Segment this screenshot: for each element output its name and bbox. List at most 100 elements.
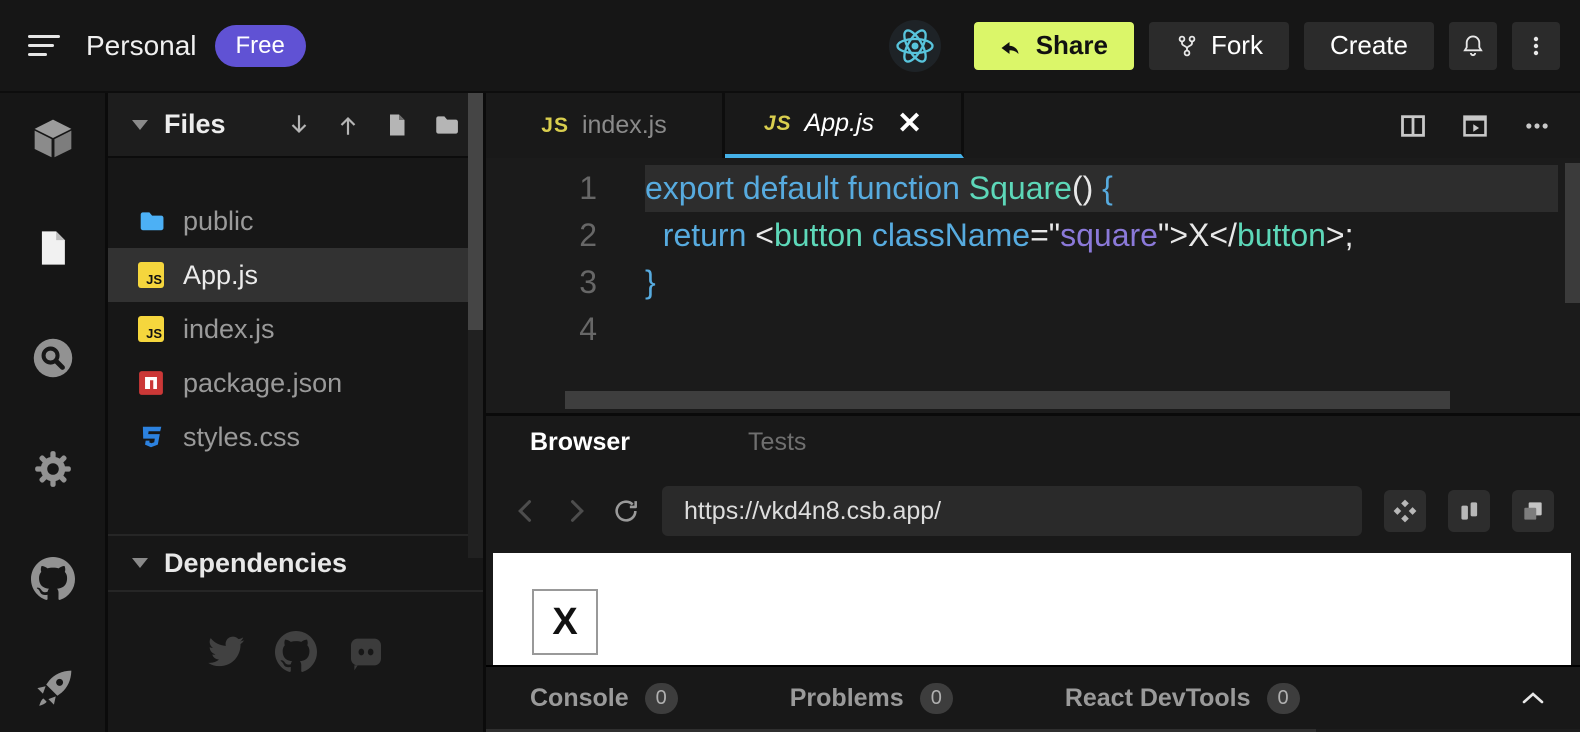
copy-windows-icon[interactable] [1512, 490, 1554, 532]
code-line-1[interactable]: 1 export default function Square() { [486, 165, 1580, 212]
notifications-button[interactable] [1449, 22, 1497, 70]
browser-tabs: Browser Tests [486, 416, 1580, 469]
browser-tab-tests[interactable]: Tests [748, 428, 806, 457]
file-item-App.js[interactable]: JS App.js [108, 248, 483, 302]
upload-icon[interactable] [335, 112, 361, 138]
file-explorer-icon[interactable] [30, 225, 76, 271]
editor-tab-index.js[interactable]: JS index.js [486, 93, 725, 158]
github-icon[interactable] [30, 556, 76, 602]
preview-area: X [486, 553, 1580, 665]
line-number: 1 [486, 165, 597, 212]
code-editor[interactable]: 1 export default function Square() {2 ret… [486, 158, 1580, 413]
menu-icon[interactable] [20, 23, 66, 69]
chevron-down-icon [132, 558, 148, 568]
refresh-icon[interactable] [612, 497, 640, 525]
console-item-react-devtools[interactable]: React DevTools 0 [1065, 683, 1300, 714]
close-icon[interactable]: ✕ [897, 109, 922, 139]
preview-window-icon[interactable] [1460, 111, 1490, 141]
github-social-icon[interactable] [274, 630, 318, 674]
js-icon: JS [138, 262, 164, 288]
files-panel-title: Files [164, 109, 226, 140]
line-content: export default function Square() { [645, 165, 1558, 212]
editor-vertical-scrollbar[interactable] [1565, 163, 1580, 303]
files-panel: Files public JS App.js JS index.js package.js… [105, 93, 486, 732]
editor-column: JS index.js JSApp.js✕ 1 export default func… [486, 93, 1580, 732]
folder-icon [138, 208, 164, 234]
search-icon[interactable] [30, 335, 76, 381]
top-header: Personal Free Share Fork [0, 0, 1580, 93]
new-file-icon[interactable] [384, 112, 410, 138]
js-icon: JS [138, 316, 164, 342]
dependencies-section[interactable]: Dependencies [108, 534, 483, 592]
editor-tab-actions [1398, 93, 1580, 158]
console-item-problems[interactable]: Problems 0 [790, 683, 953, 714]
discord-icon[interactable] [344, 630, 388, 674]
columns-icon[interactable] [1448, 490, 1490, 532]
bell-icon [1460, 33, 1486, 59]
editor-tab-App.js[interactable]: JSApp.js✕ [725, 93, 964, 158]
files-panel-header[interactable]: Files [108, 93, 483, 158]
file-list: public JS App.js JS index.js package.json styl… [108, 194, 483, 464]
share-button[interactable]: Share [974, 22, 1134, 70]
line-content [645, 306, 1558, 353]
files-actions [286, 112, 459, 138]
file-item-public[interactable]: public [108, 194, 483, 248]
console-item-console[interactable]: Console0 [530, 683, 678, 714]
npm-icon [138, 370, 164, 396]
code-line-3[interactable]: 3} [486, 259, 1580, 306]
code-line-2[interactable]: 2 return <button className="square">X</b… [486, 212, 1580, 259]
console-item-label: React DevTools [1065, 684, 1251, 713]
console-bar: Console0 Problems 0 React DevTools 0 [486, 665, 1580, 729]
editor-tabs: JS index.js JSApp.js✕ [486, 93, 964, 158]
file-name: index.js [183, 314, 275, 345]
console-items: Console0 Problems 0 React DevTools 0 [530, 683, 1300, 714]
split-view-icon[interactable] [1398, 111, 1428, 141]
code-line-4[interactable]: 4 [486, 306, 1580, 353]
tab-label: index.js [582, 111, 667, 140]
back-icon[interactable] [512, 497, 540, 525]
count-badge: 0 [920, 683, 953, 714]
codesandbox-window: Personal Free Share Fork [0, 0, 1580, 732]
fork-button[interactable]: Fork [1149, 22, 1289, 70]
settings-gear-icon[interactable] [30, 446, 76, 492]
dpad-icon[interactable] [1384, 490, 1426, 532]
editor-tabbar: JS index.js JSApp.js✕ [486, 93, 1580, 158]
share-arrow-icon [1000, 34, 1024, 58]
browser-tab-browser[interactable]: Browser [530, 428, 630, 457]
forward-icon[interactable] [562, 497, 590, 525]
line-content: return <button className="square">X</but… [645, 212, 1558, 259]
preview-square-button[interactable]: X [532, 589, 598, 655]
count-badge: 0 [1267, 683, 1300, 714]
new-folder-icon[interactable] [433, 112, 459, 138]
preview-viewport: X [493, 553, 1571, 665]
file-item-styles.css[interactable]: styles.css [108, 410, 483, 464]
js-icon: JS [764, 112, 792, 136]
editor-horizontal-scrollbar[interactable] [565, 391, 1450, 409]
download-icon[interactable] [286, 112, 312, 138]
console-item-label: Problems [790, 684, 904, 713]
url-input[interactable] [662, 486, 1362, 536]
more-options-button[interactable] [1512, 22, 1560, 70]
twitter-icon[interactable] [204, 630, 248, 674]
sandbox-cube-icon[interactable] [30, 115, 76, 161]
file-name: public [183, 206, 254, 237]
chevron-up-icon[interactable] [1522, 691, 1544, 705]
activity-sidebar [0, 93, 105, 732]
file-name: App.js [183, 260, 258, 291]
file-item-package.json[interactable]: package.json [108, 356, 483, 410]
react-logo-icon [889, 20, 941, 72]
create-button[interactable]: Create [1304, 22, 1434, 70]
browser-navbar [486, 469, 1580, 553]
console-item-label: Console [530, 684, 629, 713]
files-scrollbar-thumb[interactable] [468, 93, 483, 330]
file-name: styles.css [183, 422, 300, 453]
kebab-icon [1524, 34, 1548, 58]
file-item-index.js[interactable]: JS index.js [108, 302, 483, 356]
js-icon: JS [541, 114, 569, 138]
workspace-name[interactable]: Personal [86, 30, 197, 62]
chevron-down-icon [132, 120, 148, 130]
deploy-rocket-icon[interactable] [30, 666, 76, 712]
more-horizontal-icon[interactable] [1522, 111, 1552, 141]
plan-badge[interactable]: Free [215, 25, 306, 67]
css-icon [138, 424, 164, 450]
